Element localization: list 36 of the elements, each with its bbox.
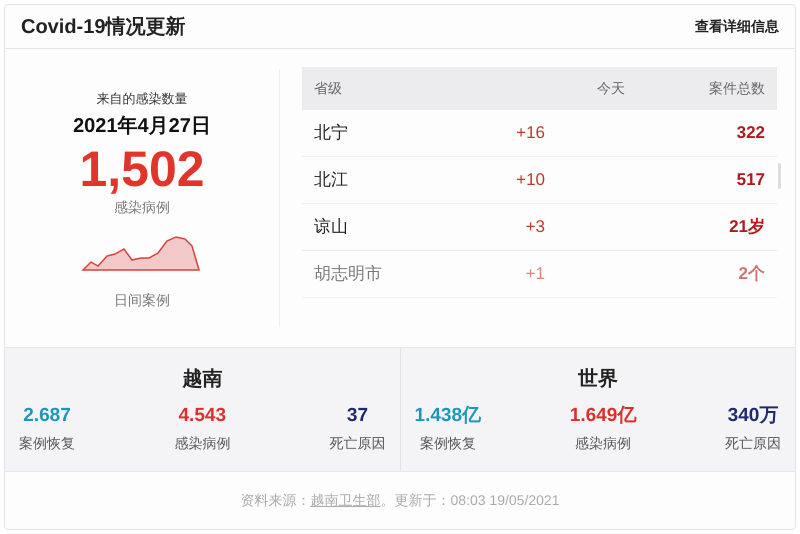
- stat-label: 死亡原因: [725, 434, 781, 452]
- caption: 来自的感染数量: [96, 90, 188, 108]
- column-header: 省级: [314, 79, 343, 98]
- today-cell-text: +1: [524, 263, 545, 286]
- province-cell-text: 胡志明市: [314, 263, 383, 286]
- infection-count: 1,502: [79, 140, 205, 196]
- count-label: 感染病例: [114, 198, 170, 216]
- sparkline-label: 日间案例: [114, 290, 170, 310]
- today-cell-text: +10: [515, 169, 545, 192]
- column-header: 今天: [596, 79, 625, 98]
- total-cell-text: 322: [736, 122, 765, 144]
- stat-value: 1.649亿: [570, 404, 636, 428]
- column-header: 案件总数: [708, 79, 765, 98]
- stat-value: 340万: [728, 404, 778, 428]
- stat-label: 死亡原因: [330, 434, 386, 452]
- stat-value: 4.543: [178, 404, 226, 428]
- date: 2021年4月27日: [73, 114, 211, 138]
- details-link[interactable]: 查看详细信息: [695, 16, 779, 37]
- stat-label: 感染病例: [174, 434, 230, 452]
- total-cell-text: 517: [736, 169, 765, 192]
- region-title: 世界: [578, 367, 618, 392]
- today-cell-text: +3: [524, 216, 545, 238]
- stat-label: 案例恢复: [19, 434, 75, 452]
- stat-value: 1.438亿: [414, 404, 482, 428]
- stat-label: 感染病例: [575, 434, 632, 452]
- stat-value: 37: [346, 404, 368, 428]
- today-cell-text: +16: [515, 122, 545, 144]
- card-title: Covid-19情况更新: [21, 14, 186, 40]
- stat-label: 案例恢复: [420, 434, 476, 452]
- province-cell-text: 谅山: [314, 216, 349, 238]
- source-note: 资料来源：越南卫生部。更新于：08:03 19/05/2021: [240, 491, 560, 510]
- total-cell-text: 2个: [738, 263, 765, 286]
- stat-value: 2.687: [23, 404, 71, 428]
- scrollbar-thumb: [778, 163, 781, 189]
- total-cell-text: 21岁: [728, 216, 765, 238]
- region-title: 越南: [182, 367, 222, 392]
